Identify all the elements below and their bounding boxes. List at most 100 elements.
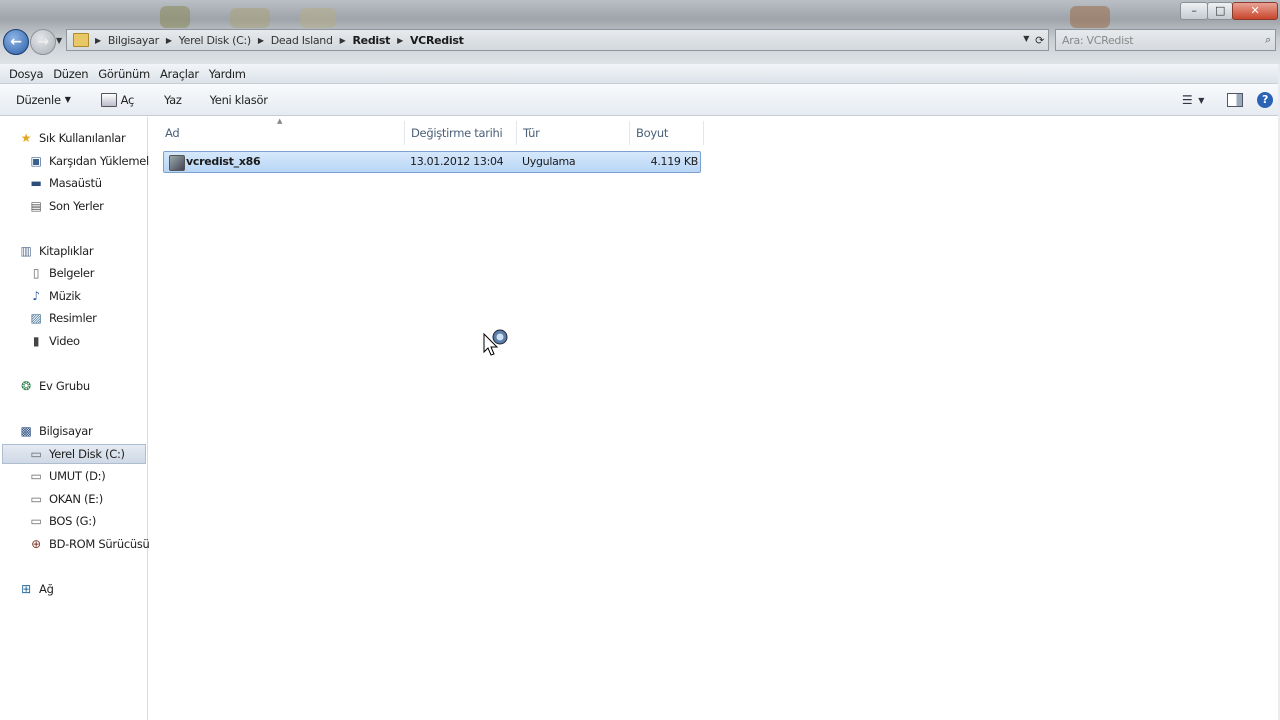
homegroup-icon: ❂ xyxy=(21,379,31,393)
back-button[interactable]: ← xyxy=(3,29,29,55)
breadcrumb-vcredist[interactable]: VCRedist xyxy=(405,34,469,47)
desktop-icon: ▬ xyxy=(30,176,42,190)
menu-tools[interactable]: Araçlar xyxy=(155,67,204,81)
forward-button[interactable]: → xyxy=(30,29,56,55)
background-blur xyxy=(160,6,190,28)
nav-label: Müzik xyxy=(49,289,81,303)
nav-item-drive-g[interactable]: ▭ BOS (G:) xyxy=(0,511,174,531)
nav-item-drive-e[interactable]: ▭ OKAN (E:) xyxy=(0,489,174,509)
chevron-down-icon: ▼ xyxy=(1198,95,1205,105)
column-header-modified[interactable]: Değiştirme tarihi xyxy=(405,121,517,145)
recent-places-icon: ▤ xyxy=(30,199,42,213)
drive-icon: ▭ xyxy=(30,492,42,506)
address-dropdown-icon[interactable]: ▼ xyxy=(1023,34,1029,47)
background-blur xyxy=(300,8,336,28)
video-icon: ▮ xyxy=(32,334,40,348)
nav-label: UMUT (D:) xyxy=(49,469,106,483)
nav-computer[interactable]: ▩ Bilgisayar xyxy=(0,421,164,441)
file-modified: 13.01.2012 13:04 xyxy=(410,155,504,168)
nav-label: BOS (G:) xyxy=(49,514,97,528)
drive-icon: ▭ xyxy=(30,514,42,528)
nav-homegroup[interactable]: ❂ Ev Grubu xyxy=(0,376,164,396)
arrow-left-icon: ← xyxy=(10,34,22,50)
burn-label: Yaz xyxy=(163,92,182,107)
nav-item-drive-d[interactable]: ▭ UMUT (D:) xyxy=(0,466,174,486)
chevron-right-icon[interactable]: ▶ xyxy=(338,36,348,45)
column-header-size[interactable]: Boyut xyxy=(630,121,704,145)
menu-edit[interactable]: Düzen xyxy=(48,67,93,81)
menu-help[interactable]: Yardım xyxy=(204,67,251,81)
background-blur xyxy=(1070,6,1110,28)
arrow-right-icon: → xyxy=(37,34,49,50)
help-button[interactable]: ? xyxy=(1250,92,1280,108)
application-icon xyxy=(169,155,185,171)
breadcrumb-computer[interactable]: Bilgisayar xyxy=(103,34,164,47)
menu-file[interactable]: Dosya xyxy=(4,67,48,81)
search-icon[interactable]: ⌕ xyxy=(1265,33,1275,47)
nav-label: BD-ROM Sürücüsü ( xyxy=(49,537,158,551)
preview-pane-icon xyxy=(1227,93,1243,107)
nav-label: OKAN (E:) xyxy=(49,492,103,506)
preview-pane-button[interactable] xyxy=(1220,93,1250,107)
new-folder-button[interactable]: Yeni klasör xyxy=(190,93,276,107)
libraries-icon: ▥ xyxy=(20,244,32,258)
address-bar[interactable]: ▶ Bilgisayar ▶ Yerel Disk (C:) ▶ Dead Is… xyxy=(66,29,1049,51)
maximize-button[interactable]: □ xyxy=(1207,2,1233,20)
documents-icon: ▯ xyxy=(32,266,40,280)
optical-drive-icon: ⊕ xyxy=(31,537,41,551)
view-options-button[interactable]: ☰ ▼ xyxy=(1178,93,1208,107)
search-placeholder: Ara: VCRedist xyxy=(1062,33,1134,47)
column-header-name[interactable]: Ad xyxy=(159,121,405,145)
nav-item-recent-places[interactable]: ▤ Son Yerler xyxy=(0,196,174,216)
nav-item-video[interactable]: ▮ Video xyxy=(0,331,174,351)
menu-bar: Dosya Düzen Görünüm Araçlar Yardım xyxy=(0,64,1280,84)
nav-label: Kitaplıklar xyxy=(39,244,94,258)
help-icon: ? xyxy=(1257,92,1273,108)
drive-icon: ▭ xyxy=(30,469,42,483)
title-bar: – □ ✕ ← → ▼ ▶ Bilgisayar ▶ Yerel Disk (C… xyxy=(0,0,1280,64)
nav-item-desktop[interactable]: ▬ Masaüstü xyxy=(0,173,174,193)
chevron-right-icon[interactable]: ▶ xyxy=(256,36,266,45)
chevron-right-icon[interactable]: ▶ xyxy=(164,36,174,45)
computer-icon: ▩ xyxy=(20,424,32,438)
breadcrumb-dead-island[interactable]: Dead Island xyxy=(266,34,338,47)
file-type: Uygulama xyxy=(522,155,576,168)
refresh-icon[interactable]: ⟳ xyxy=(1035,34,1044,47)
nav-item-local-disk-c[interactable]: ▭ Yerel Disk (C:) xyxy=(2,444,146,464)
nav-item-pictures[interactable]: ▨ Resimler xyxy=(0,308,174,328)
nav-libraries[interactable]: ▥ Kitaplıklar xyxy=(0,241,164,261)
nav-label: Karşıdan Yüklemeler xyxy=(49,154,161,168)
open-button[interactable]: Aç xyxy=(79,92,142,107)
nav-label: Ağ xyxy=(39,582,54,596)
breadcrumb-redist[interactable]: Redist xyxy=(348,34,396,47)
recent-pages-dropdown[interactable]: ▼ xyxy=(56,36,62,45)
nav-label: Bilgisayar xyxy=(39,424,93,438)
chevron-right-icon[interactable]: ▶ xyxy=(395,36,405,45)
nav-label: Yerel Disk (C:) xyxy=(49,447,125,461)
burn-button[interactable]: Yaz xyxy=(142,93,190,107)
file-name: vcredist_x86 xyxy=(186,155,261,168)
file-row[interactable]: vcredist_x86 13.01.2012 13:04 Uygulama 4… xyxy=(163,151,701,173)
network-icon: ⊞ xyxy=(21,582,31,596)
search-input[interactable]: Ara: VCRedist ⌕ xyxy=(1055,29,1276,51)
minimize-button[interactable]: – xyxy=(1180,2,1208,20)
organize-button[interactable]: Düzenle ▼ xyxy=(0,93,79,107)
nav-item-documents[interactable]: ▯ Belgeler xyxy=(0,263,174,283)
new-folder-label: Yeni klasör xyxy=(209,92,268,107)
nav-item-music[interactable]: ♪ Müzik xyxy=(0,286,174,306)
organize-label: Düzenle xyxy=(16,92,61,107)
nav-network[interactable]: ⊞ Ağ xyxy=(0,579,164,599)
column-header-type[interactable]: Tür xyxy=(517,121,630,145)
busy-cursor-icon xyxy=(483,329,508,356)
view-list-icon: ☰ xyxy=(1181,93,1193,107)
close-button[interactable]: ✕ xyxy=(1232,2,1278,20)
breadcrumb-local-disk[interactable]: Yerel Disk (C:) xyxy=(174,34,256,47)
nav-item-bd-rom[interactable]: ⊕ BD-ROM Sürücüsü ( xyxy=(0,534,174,554)
nav-item-downloads[interactable]: ▣ Karşıdan Yüklemeler xyxy=(0,151,174,171)
nav-favorites[interactable]: ★ Sık Kullanılanlar xyxy=(0,128,164,148)
folder-icon xyxy=(73,33,89,47)
music-icon: ♪ xyxy=(32,289,40,303)
menu-view[interactable]: Görünüm xyxy=(93,67,155,81)
star-icon: ★ xyxy=(20,131,32,145)
background-blur xyxy=(230,8,270,28)
